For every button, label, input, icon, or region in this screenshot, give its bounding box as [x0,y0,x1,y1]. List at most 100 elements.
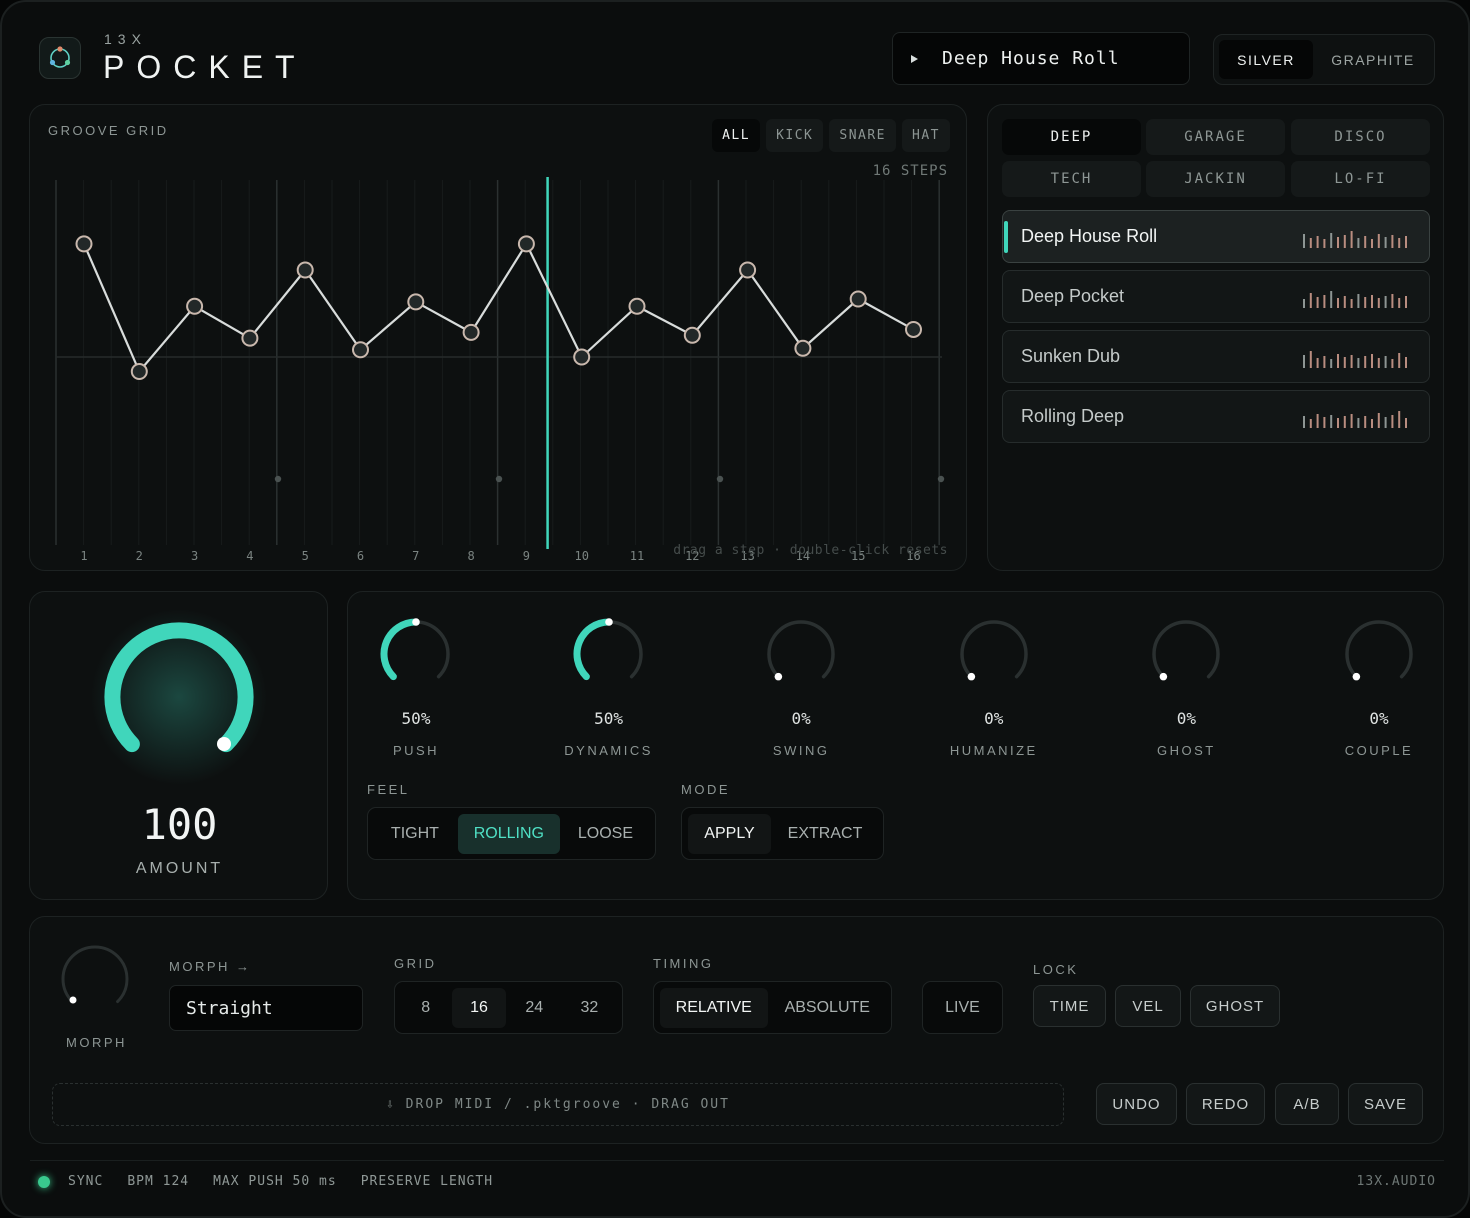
step-node[interactable] [905,320,922,338]
preset-waveform-icon [1303,231,1407,248]
macro-knob-push[interactable] [371,609,461,699]
preset-waveform-icon [1303,351,1407,368]
midi-dropzone[interactable]: ⇩ DROP MIDI / .pktgroove · DRAG OUT [52,1083,1064,1126]
step-node[interactable] [849,290,867,308]
step-node[interactable] [241,329,259,347]
timing-relative[interactable]: RELATIVE [660,987,768,1028]
undo-button[interactable]: UNDO [1096,1083,1177,1125]
step-node[interactable] [407,293,425,311]
step-number: 8 [467,549,474,563]
redo-button[interactable]: REDO [1186,1083,1265,1125]
knob-value: 50% [401,709,431,728]
active-indicator [1004,221,1008,253]
preset-item-name: Deep Pocket [1021,286,1125,306]
morph-target-field[interactable]: Straight [169,985,363,1031]
preset-waveform-icon [1303,411,1407,428]
amount-knob[interactable] [89,607,269,787]
max-push-readout: MAX PUSH 50 ms [213,1174,337,1189]
style-tab-tech[interactable]: TECH [1002,161,1141,197]
ab-compare-button[interactable]: A/B [1275,1083,1339,1125]
step-node[interactable] [794,339,812,357]
knob-value: 0% [1369,709,1389,728]
knob-value: 50% [594,709,624,728]
preset-item[interactable]: Deep House Roll [1002,210,1430,263]
grid-option-16[interactable]: 16 [452,987,506,1028]
mode-extract[interactable]: EXTRACT [773,814,877,854]
sync-label: SYNC [68,1174,104,1189]
lock-time-button[interactable]: TIME [1033,985,1106,1027]
live-button[interactable]: LIVE [945,988,980,1028]
step-node[interactable] [683,326,701,344]
plugin-window: 13X POCKET Deep House Roll SILVER GRAPHI… [0,0,1470,1218]
macro-knob-humanize[interactable] [949,609,1039,699]
knob-label: DYNAMICS [564,743,653,758]
preset-item[interactable]: Deep Pocket [1002,270,1430,323]
amount-panel: 100 AMOUNT [29,591,328,900]
feel-rolling[interactable]: ROLLING [457,813,560,854]
amount-value: 100 [141,800,218,849]
bottom-panel: MORPH MORPH → Straight GRID 8 16 24 32 T… [29,916,1444,1144]
step-node[interactable] [517,235,535,253]
morph-knob-label: MORPH [66,1035,127,1050]
preserve-length-label: PRESERVE LENGTH [360,1174,494,1189]
feel-loose[interactable]: LOOSE [562,814,649,854]
step-node[interactable] [296,261,314,279]
mode-apply[interactable]: APPLY [688,813,771,854]
preset-selector[interactable]: Deep House Roll [892,32,1190,85]
macro-knob-swing[interactable] [756,609,846,699]
live-toggle[interactable]: LIVE [922,981,1003,1034]
step-node[interactable] [186,297,204,315]
knob-label: HUMANIZE [949,743,1038,758]
grid-option-8[interactable]: 8 [401,988,450,1028]
lock-vel-button[interactable]: VEL [1115,985,1181,1027]
timing-selector: RELATIVE ABSOLUTE [653,981,892,1034]
step-number: 10 [574,549,588,563]
knob-value: 0% [1176,709,1197,728]
controls-panel: FEEL TIGHT ROLLING LOOSE MODE APPLY EXTR… [347,591,1444,900]
step-node[interactable] [739,261,757,279]
style-tab-disco[interactable]: DISCO [1291,119,1430,155]
feel-tight[interactable]: TIGHT [374,814,456,854]
step-node[interactable] [130,363,148,380]
macro-knob-dynamics[interactable] [564,609,654,699]
theme-graphite-button[interactable]: GRAPHITE [1317,40,1429,79]
current-preset-name: Deep House Roll [942,48,1120,69]
beat-marker [274,475,282,483]
grid-label: GRID [394,956,437,971]
theme-silver-button[interactable]: SILVER [1219,40,1313,79]
step-number: 7 [412,549,419,563]
logo-icon [39,37,81,79]
preset-browser-panel: DEEP GARAGE DISCO TECH JACKIN LO-FI Deep… [987,104,1444,571]
lock-ghost-button[interactable]: GHOST [1190,985,1280,1027]
bpm-readout: BPM 124 [127,1174,190,1189]
preset-waveform-icon [1303,291,1407,308]
step-node[interactable] [75,235,93,253]
knob-label: SWING [772,743,830,758]
style-tab-garage[interactable]: GARAGE [1146,119,1285,155]
save-button[interactable]: SAVE [1348,1083,1423,1125]
step-node[interactable] [462,323,480,341]
step-number: 6 [357,549,364,563]
style-tab-deep[interactable]: DEEP [1002,119,1141,155]
grid-option-32[interactable]: 32 [563,988,616,1028]
step-number: 1 [80,549,87,563]
style-tab-lofi[interactable]: LO-FI [1291,161,1430,197]
knob-label: COUPLE [1344,743,1414,758]
step-node[interactable] [573,348,591,366]
preset-item[interactable]: Sunken Dub [1002,330,1430,383]
timing-absolute[interactable]: ABSOLUTE [770,988,885,1028]
style-tab-jackin[interactable]: JACKIN [1146,161,1285,197]
step-node[interactable] [352,341,369,359]
macro-knob-couple[interactable] [1334,609,1424,699]
macro-knob-ghost[interactable] [1141,609,1231,699]
brand-name: POCKET [103,49,307,85]
groove-graph[interactable]: 1 2 3 4 5 6 7 8 9 10 11 12 13 14 15 16 [30,105,966,570]
morph-knob[interactable] [57,941,133,1017]
grid-option-24[interactable]: 24 [508,988,561,1028]
groove-curve [82,241,915,374]
preset-item[interactable]: Rolling Deep [1002,390,1430,443]
knob-label: GHOST [1157,743,1216,758]
step-node[interactable] [628,297,646,315]
play-icon[interactable] [911,54,918,63]
beat-marker [495,475,503,483]
